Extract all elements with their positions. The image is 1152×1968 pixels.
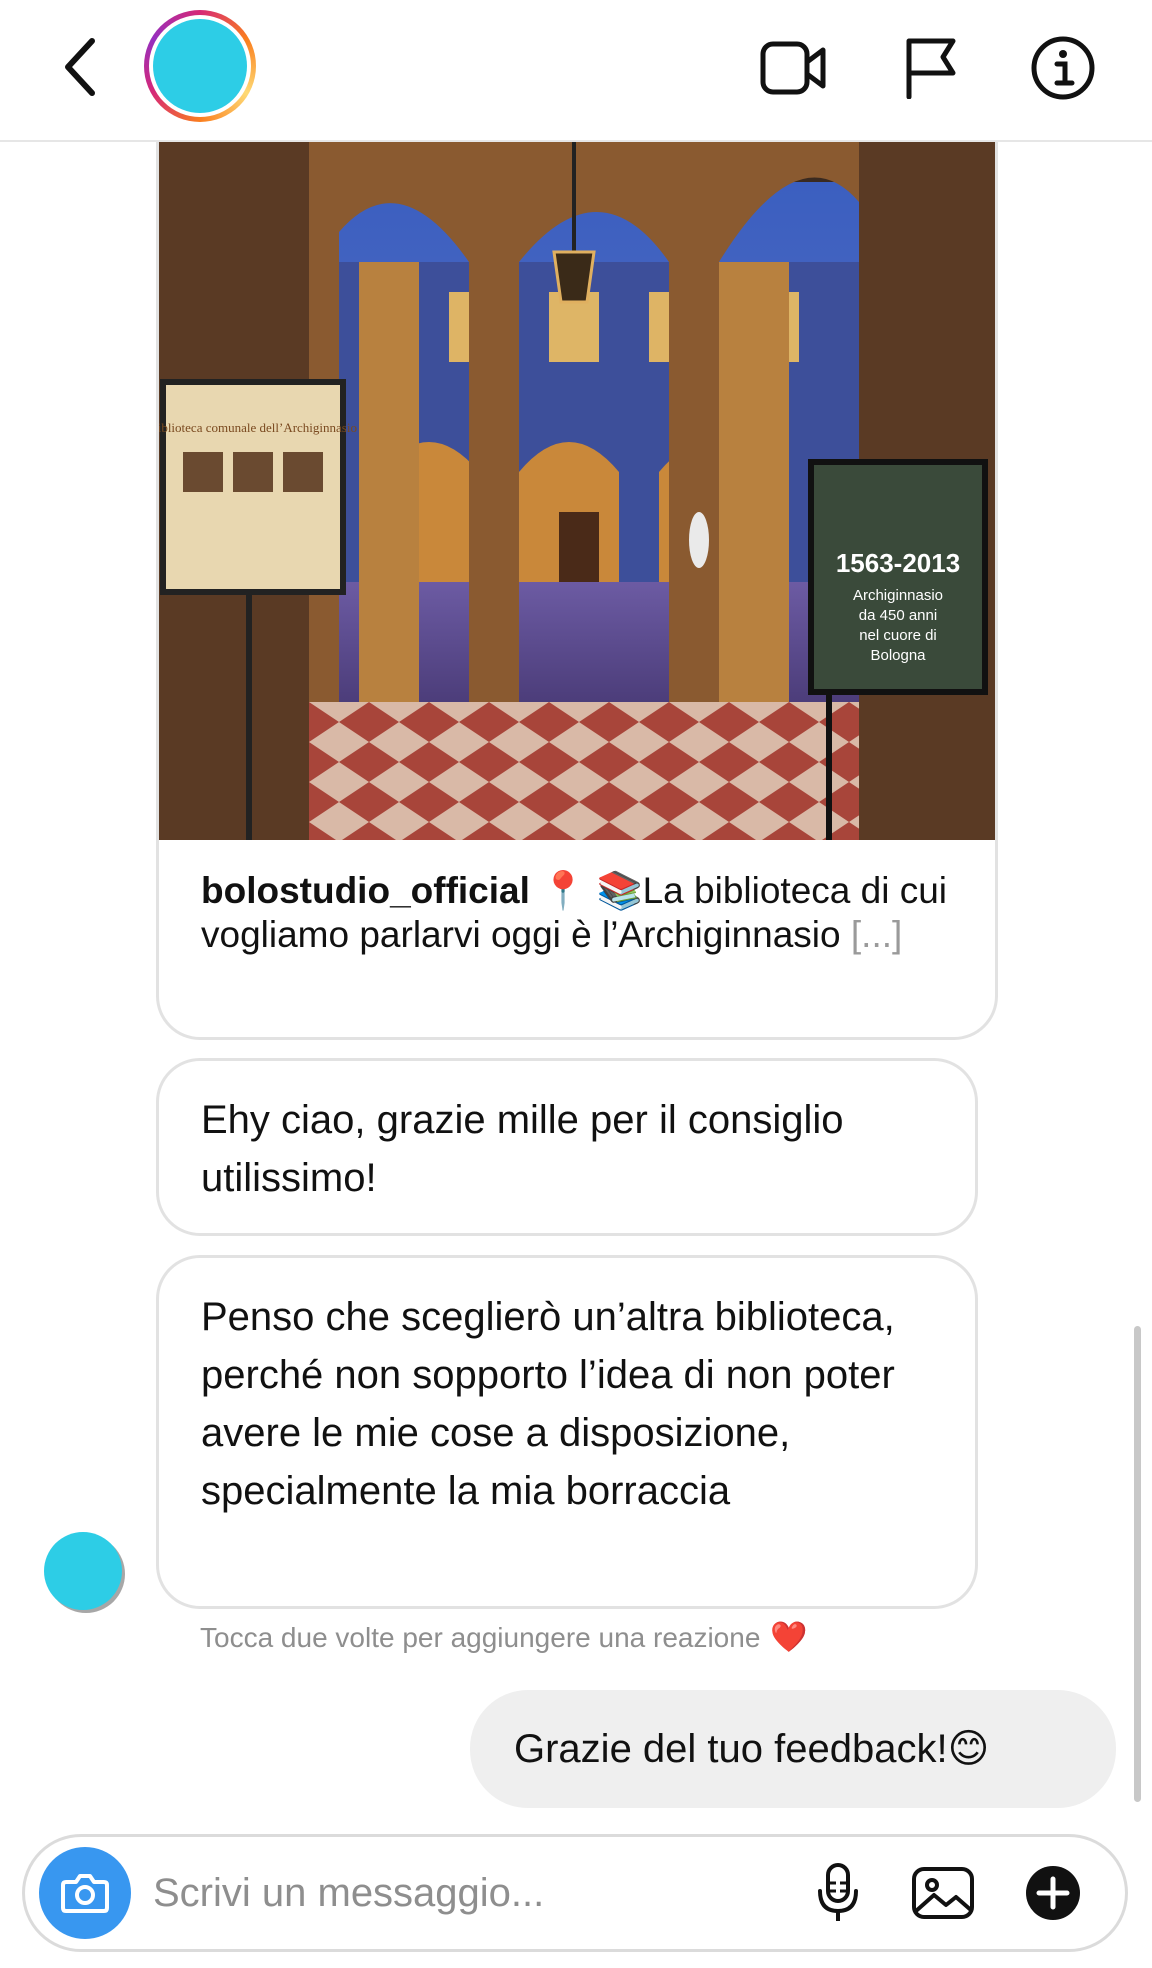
chevron-left-icon — [65, 38, 95, 96]
post-username[interactable]: bolostudio_official — [201, 870, 530, 911]
video-call-icon — [760, 41, 826, 95]
sender-avatar[interactable] — [44, 1532, 122, 1610]
right-sign-line: nel cuore di — [859, 627, 937, 644]
post-more-link[interactable]: [...] — [851, 914, 902, 955]
gallery-button[interactable] — [905, 1855, 981, 1931]
camera-icon — [61, 1874, 109, 1913]
plus-icon — [1026, 1866, 1080, 1920]
shared-post[interactable]: Biblioteca comunale dell’Archiginnasio 1… — [156, 142, 998, 1040]
video-call-button[interactable] — [756, 30, 832, 106]
microphone-icon — [818, 1863, 858, 1921]
right-sign-line: Archiginnasio — [853, 587, 943, 604]
scrollbar[interactable] — [1134, 1326, 1141, 1802]
right-sign-line: Bologna — [870, 647, 926, 664]
reaction-hint: Tocca due volte per aggiungere una reazi… — [200, 1620, 808, 1655]
voice-message-button[interactable] — [800, 1855, 876, 1931]
more-options-button[interactable] — [1015, 1855, 1091, 1931]
left-sign-title: Biblioteca comunale dell’Archiginnasio — [159, 420, 357, 435]
incoming-message[interactable]: Ehy ciao, grazie mille per il consiglio … — [156, 1058, 978, 1236]
back-button[interactable] — [50, 30, 110, 104]
right-sign-line: da 450 anni — [859, 607, 937, 624]
outgoing-message[interactable]: Grazie del tuo feedback!😊 — [470, 1690, 1116, 1808]
gallery-icon — [912, 1867, 974, 1919]
info-icon — [1031, 36, 1095, 100]
camera-button[interactable] — [39, 1847, 131, 1939]
post-image: Biblioteca comunale dell’Archiginnasio 1… — [159, 142, 995, 840]
info-button[interactable] — [1025, 30, 1101, 106]
report-button[interactable] — [893, 30, 969, 106]
post-caption: bolostudio_official 📍 📚La biblioteca di … — [201, 869, 961, 957]
message-input[interactable] — [153, 1861, 653, 1925]
right-sign-years: 1563-2013 — [836, 548, 960, 578]
heart-icon: ❤️ — [770, 1621, 808, 1654]
flag-icon — [906, 38, 956, 99]
contact-avatar[interactable] — [144, 10, 256, 122]
reaction-hint-text: Tocca due volte per aggiungere una reazi… — [200, 1621, 761, 1653]
incoming-message[interactable]: Penso che sceglierò un’altra biblioteca,… — [156, 1255, 978, 1609]
chat-header — [0, 0, 1152, 142]
message-composer — [22, 1834, 1128, 1952]
